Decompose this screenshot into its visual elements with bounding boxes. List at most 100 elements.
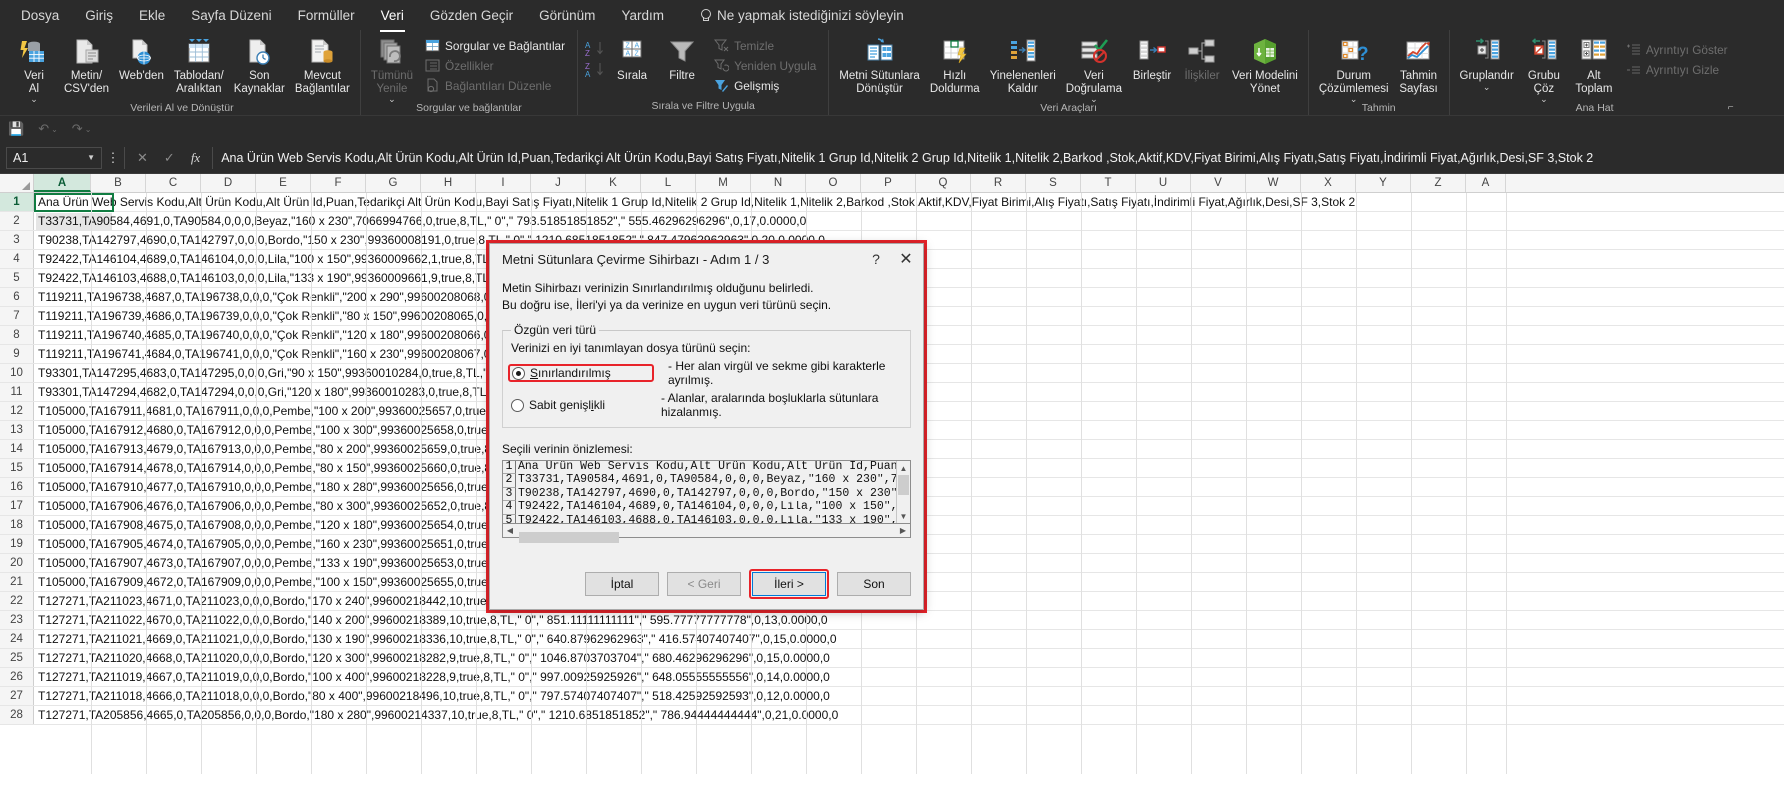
column-header-w[interactable]: W [1246,174,1301,192]
row-content-25[interactable]: T127271,TA211020,4668,0,TA211020,0,0,0,B… [34,649,1784,667]
row-header-6[interactable]: 6 [0,288,34,306]
row-header-24[interactable]: 24 [0,630,34,648]
button-sort-asc[interactable]: AZ [584,40,606,58]
preview-vertical-scrollbar[interactable]: ▲ ▼ [896,461,910,523]
button-yeniden-uygula[interactable]: Yeniden Uygula [710,56,820,75]
cancel-icon[interactable]: ✕ [137,150,148,166]
button-yinelenenleri-kaldir[interactable]: Yinelenenleri Kaldır [986,34,1060,95]
button-tumunu-yenile[interactable]: Tümünü Yenile ⌄ [367,34,417,104]
row-content-2[interactable]: T33731,TA90584,4691,0,TA90584,0,0,0,Beya… [34,212,1784,230]
scroll-right-icon[interactable]: ▶ [896,526,910,535]
formula-input[interactable]: Ana Ürün Web Servis Kodu,Alt Ürün Kodu,A… [212,146,1784,169]
data-preview-box[interactable]: 1 Ana Ürün Web Servis Kodu,Alt Ürün Kodu,… [502,460,911,524]
column-header-v[interactable]: V [1191,174,1246,192]
back-button[interactable]: < Geri [667,572,741,596]
vertical-scroll-thumb[interactable] [898,475,909,495]
finish-button[interactable]: Son [837,572,911,596]
row-header-15[interactable]: 15 [0,459,34,477]
row-header-21[interactable]: 21 [0,573,34,591]
button-sirala[interactable]: Z A A Z Sırala [608,34,656,83]
row-header-3[interactable]: 3 [0,231,34,249]
column-header-f[interactable]: F [311,174,366,192]
close-icon[interactable]: ✕ [891,246,921,272]
insert-function-icon[interactable]: fx [191,150,200,166]
row-header-20[interactable]: 20 [0,554,34,572]
button-sorgular-ve-baglantilar[interactable]: Sorgular ve Bağlantılar [421,36,569,55]
row-content-28[interactable]: T127271,TA205856,4665,0,TA205856,0,0,0,B… [34,706,1784,724]
row-header-4[interactable]: 4 [0,250,34,268]
button-temizle[interactable]: Temizle [710,36,820,55]
row-header-1[interactable]: 1 [0,193,34,211]
column-header-a-2[interactable]: A [1466,174,1506,192]
column-header-s[interactable]: S [1026,174,1081,192]
row-header-16[interactable]: 16 [0,478,34,496]
column-header-y[interactable]: Y [1356,174,1411,192]
tell-me-box[interactable]: Ne yapmak istediğinizi söyleyin [699,8,904,23]
row-header-18[interactable]: 18 [0,516,34,534]
save-icon[interactable]: 💾 [8,121,24,137]
button-tahmin-sayfasi[interactable]: Tahmin Sayfası [1395,34,1443,95]
button-durum-cozumlemesi[interactable]: ? Durum Çözümlemesi ⌄ [1315,34,1393,104]
column-header-a[interactable]: A [34,174,91,192]
column-header-u[interactable]: U [1136,174,1191,192]
button-sort-desc[interactable]: ZA [584,61,606,79]
column-header-g[interactable]: G [366,174,421,192]
row-header-14[interactable]: 14 [0,440,34,458]
row-header-9[interactable]: 9 [0,345,34,363]
row-content-1[interactable]: Ana Ürün Web Servis Kodu,Alt Ürün Kodu,A… [34,193,1784,211]
column-header-m[interactable]: M [696,174,751,192]
tab-formuller[interactable]: Formüller [285,4,368,27]
scroll-up-icon[interactable]: ▲ [897,461,910,475]
button-veri-al[interactable]: Veri Al ⌄ [10,34,58,104]
outline-dialog-launcher-icon[interactable]: ⌐ [1728,102,1734,113]
button-mevcut-baglantilar[interactable]: Mevcut Bağlantılar [291,34,354,95]
button-ozellikler[interactable]: Özellikler [421,56,569,75]
column-header-q[interactable]: Q [916,174,971,192]
row-header-13[interactable]: 13 [0,421,34,439]
column-header-p[interactable]: P [861,174,916,192]
button-gelismis[interactable]: Gelişmiş [710,76,820,95]
preview-horizontal-scrollbar[interactable]: ◀ ▶ [502,524,911,543]
row-header-27[interactable]: 27 [0,687,34,705]
column-header-i[interactable]: I [476,174,531,192]
tab-gozden-gecir[interactable]: Gözden Geçir [417,4,526,27]
button-webden[interactable]: Web'den [115,34,168,83]
column-header-t[interactable]: T [1081,174,1136,192]
row-header-28[interactable]: 28 [0,706,34,724]
row-header-2[interactable]: 2 [0,212,34,230]
button-birlestir[interactable]: Birleştir [1128,34,1176,83]
tab-dosya[interactable]: Dosya [8,4,72,27]
column-header-d[interactable]: D [201,174,256,192]
button-metin-csv-den[interactable]: Metin/ CSV'den [60,34,113,95]
column-header-b[interactable]: B [91,174,146,192]
radio-delimited[interactable] [512,366,525,380]
row-header-25[interactable]: 25 [0,649,34,667]
column-header-l[interactable]: L [641,174,696,192]
button-veri-modelini-yonet[interactable]: Veri Modelini Yönet [1228,34,1302,95]
button-gruplandir[interactable]: Gruplandır ⌄ [1456,34,1518,91]
button-iliskiler[interactable]: İlişkiler [1178,34,1226,83]
row-content-24[interactable]: T127271,TA211021,4669,0,TA211021,0,0,0,B… [34,630,1784,648]
row-content-27[interactable]: T127271,TA211018,4666,0,TA211018,0,0,0,B… [34,687,1784,705]
button-filtre[interactable]: Filtre [658,34,706,83]
column-header-r[interactable]: R [971,174,1026,192]
button-grubu-coz[interactable]: Grubu Çöz ⌄ [1520,34,1568,104]
select-all-corner[interactable] [0,174,34,192]
radio-fixed-width[interactable] [511,398,524,412]
column-header-z[interactable]: Z [1411,174,1466,192]
button-hizli-doldurma[interactable]: Hızlı Doldurma [926,34,984,95]
redo-icon[interactable]: ↷ ⌄ [72,121,92,137]
row-content-23[interactable]: T127271,TA211022,4670,0,TA211022,0,0,0,B… [34,611,1784,629]
confirm-icon[interactable]: ✓ [164,150,175,166]
row-header-26[interactable]: 26 [0,668,34,686]
column-header-e[interactable]: E [256,174,311,192]
row-header-19[interactable]: 19 [0,535,34,553]
row-header-10[interactable]: 10 [0,364,34,382]
row-header-17[interactable]: 17 [0,497,34,515]
row-header-22[interactable]: 22 [0,592,34,610]
tab-gorunum[interactable]: Görünüm [526,4,608,27]
column-header-h[interactable]: H [421,174,476,192]
tab-sayfa-duzeni[interactable]: Sayfa Düzeni [178,4,284,27]
button-ayrintiyi-gizle[interactable]: Ayrıntıyı Gizle [1622,60,1732,79]
row-header-5[interactable]: 5 [0,269,34,287]
